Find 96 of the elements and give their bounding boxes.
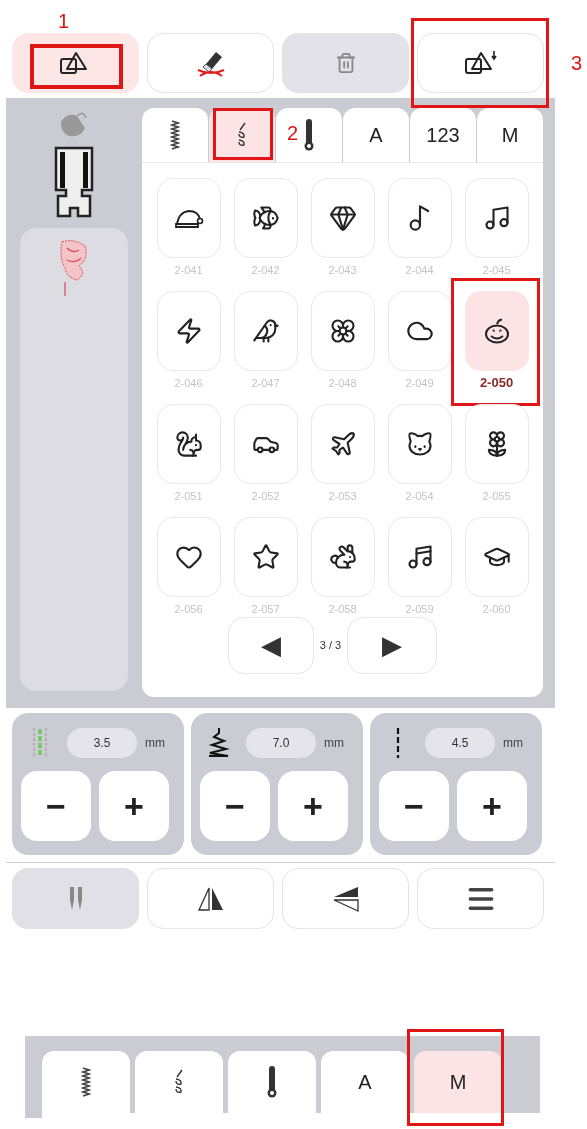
stitch-tile[interactable] — [156, 517, 221, 597]
next-page-button[interactable]: ▶ — [347, 617, 438, 674]
increase-button[interactable]: + — [99, 771, 169, 841]
pumpkin-icon — [482, 317, 511, 345]
stitch-number: 2-043 — [328, 263, 357, 278]
category-tab[interactable] — [142, 108, 208, 162]
stitch-density-icon — [395, 727, 401, 759]
bird-icon — [251, 317, 280, 345]
value-field[interactable]: 4.5 — [425, 728, 495, 758]
stitch-tile[interactable] — [310, 517, 375, 597]
stitch-length-icon — [207, 727, 231, 759]
page-indicator: 3 / 3 — [319, 638, 342, 654]
stitch-number: 2-047 — [251, 376, 280, 391]
category-tab[interactable] — [276, 108, 342, 162]
trash-icon — [334, 52, 357, 74]
category-tab[interactable]: A — [343, 108, 409, 162]
stitch-tile[interactable] — [156, 178, 221, 258]
stitch-tile[interactable] — [233, 291, 298, 371]
gem-icon — [328, 204, 357, 232]
stitch-number: 2-048 — [328, 376, 357, 391]
stitch-tile[interactable] — [464, 178, 529, 258]
star-icon — [251, 543, 280, 571]
stitch-number: 2-045 — [482, 263, 511, 278]
stitch-tile[interactable] — [156, 404, 221, 484]
stitch-tile[interactable] — [387, 178, 452, 258]
decrease-button[interactable]: − — [200, 771, 270, 841]
unit-label: mm — [145, 735, 165, 752]
stitch-number: 2-049 — [405, 376, 434, 391]
decrease-button[interactable]: − — [379, 771, 449, 841]
category-tab[interactable]: 123 — [410, 108, 476, 162]
stitch-width-icon — [32, 727, 48, 759]
stitch-tile[interactable] — [387, 517, 452, 597]
increase-button[interactable]: + — [278, 771, 348, 841]
callout-number: 3 — [571, 51, 583, 76]
stitch-tile[interactable] — [387, 291, 452, 371]
toolbar-button[interactable] — [417, 33, 544, 93]
decrease-button[interactable]: − — [21, 771, 91, 841]
stitch-number: 2-060 — [482, 602, 511, 617]
category-tab[interactable]: M — [414, 1051, 502, 1113]
stitch-number: 2-044 — [405, 263, 434, 278]
plane-icon — [328, 430, 357, 458]
stitch-number: 2-056 — [174, 602, 203, 617]
buttonhole-stitch-icon — [266, 1065, 278, 1099]
stitch-number: 2-053 — [328, 489, 357, 504]
stitch-number: 2-046 — [174, 376, 203, 391]
value-field[interactable]: 7.0 — [246, 728, 316, 758]
squirrel-icon — [174, 430, 203, 458]
function-button[interactable] — [147, 868, 274, 929]
fish-icon — [251, 204, 280, 232]
stitch-tile[interactable] — [233, 178, 298, 258]
category-tab[interactable] — [228, 1051, 316, 1113]
stitch-number: 2-054 — [405, 489, 434, 504]
function-button[interactable] — [282, 868, 409, 929]
stitch-number: 2-058 — [328, 602, 357, 617]
buttonhole-stitch-icon — [303, 118, 315, 152]
loop-stitch-icon — [173, 1068, 185, 1096]
mirror-horizontal-icon — [196, 885, 225, 912]
stitch-tile[interactable] — [156, 291, 221, 371]
category-tab[interactable]: M — [477, 108, 543, 162]
zigzag-stitch-icon — [81, 1067, 91, 1097]
unit-label: mm — [503, 735, 523, 752]
category-tab[interactable]: A — [321, 1051, 409, 1113]
stitch-number: 2-051 — [174, 489, 203, 504]
overlapping-shapes-icon — [463, 50, 498, 76]
embroidery-pattern-icon — [59, 238, 89, 298]
stitch-tile[interactable] — [310, 404, 375, 484]
stitch-number: 2-052 — [251, 489, 280, 504]
stitch-tile[interactable] — [233, 404, 298, 484]
loop-stitch-icon — [236, 121, 248, 149]
callout-number: 1 — [58, 9, 70, 34]
stitch-number: 2-050 — [479, 374, 514, 392]
stitch-tile[interactable] — [464, 517, 529, 597]
flower-icon — [328, 317, 357, 345]
rabbit-icon — [328, 543, 357, 571]
stitch-number: 2-055 — [482, 489, 511, 504]
stitch-number: 2-042 — [251, 263, 280, 278]
function-button[interactable] — [417, 868, 544, 929]
presser-foot-icon — [52, 146, 96, 218]
hat-icon — [173, 207, 204, 229]
stitch-number: 2-057 — [251, 602, 280, 617]
stitch-tile[interactable] — [310, 291, 375, 371]
stitch-tile[interactable] — [233, 517, 298, 597]
unit-label: mm — [324, 735, 344, 752]
cat-icon — [405, 430, 434, 458]
increase-button[interactable]: + — [457, 771, 527, 841]
stitch-tile[interactable] — [464, 404, 529, 484]
stitch-tile[interactable] — [464, 291, 529, 371]
stitch-tile[interactable] — [387, 404, 452, 484]
value-field[interactable]: 3.5 — [67, 728, 137, 758]
stitch-number: 2-059 — [405, 602, 434, 617]
zigzag-stitch-icon — [170, 120, 180, 150]
callout-number: 2 — [287, 121, 299, 146]
stitch-number: 2-041 — [174, 263, 203, 278]
stitch-tile[interactable] — [310, 178, 375, 258]
previous-page-button[interactable]: ◀ — [227, 617, 314, 674]
mirror-vertical-icon — [331, 884, 360, 913]
